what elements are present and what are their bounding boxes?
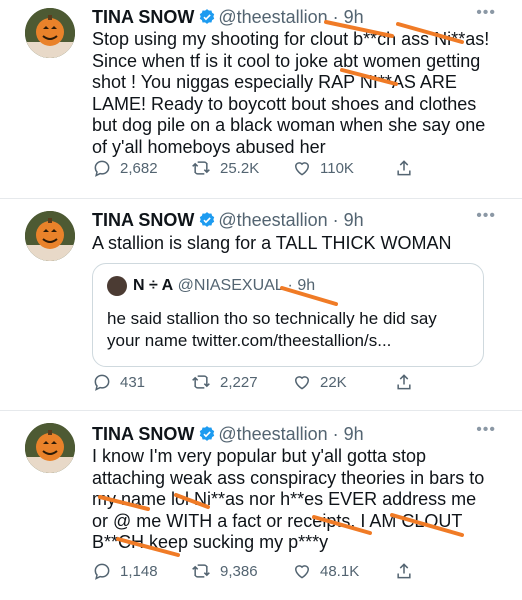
like-button[interactable]: 48.1K (292, 561, 359, 581)
reply-count: 1,148 (120, 562, 158, 580)
reply-count: 2,682 (120, 159, 158, 177)
share-button[interactable] (394, 372, 414, 392)
verified-badge-icon (198, 211, 216, 234)
reply-icon (94, 563, 110, 580)
avatar-image (25, 423, 75, 473)
reply-button[interactable]: 431 (92, 372, 145, 392)
reply-button[interactable]: 2,682 (92, 158, 158, 178)
author-handle[interactable]: @theestallion · 9h (218, 210, 363, 230)
avatar-image (25, 211, 75, 261)
more-horizontal-icon[interactable]: ••• (476, 4, 496, 22)
tweet-text: I know I'm very popular but y'all gotta … (92, 446, 485, 553)
retweet-icon (192, 161, 210, 175)
avatar-image (25, 8, 75, 58)
avatar[interactable] (25, 423, 75, 473)
avatar[interactable] (25, 8, 75, 58)
reply-icon (94, 374, 110, 391)
retweet-count: 2,227 (220, 373, 258, 391)
retweet-icon (192, 375, 210, 389)
tweet-actions: 431 2,227 22K (92, 372, 422, 398)
author-name[interactable]: TINA SNOW (92, 7, 194, 27)
avatar[interactable] (25, 211, 75, 261)
author-handle[interactable]: @theestallion · 9h (218, 7, 363, 27)
tweet[interactable]: TINA SNOW @theestallion · 9h ••• A stalli… (0, 199, 522, 409)
author-name[interactable]: TINA SNOW (92, 424, 194, 444)
like-button[interactable]: 110K (292, 158, 354, 178)
author-name[interactable]: TINA SNOW (92, 210, 194, 230)
like-icon (294, 376, 310, 390)
tweet-text: A stallion is slang for a TALL THICK WOM… (92, 233, 452, 253)
share-icon (397, 374, 411, 390)
retweet-icon (192, 564, 210, 578)
quoted-tweet-text: he said stallion tho so technically he d… (107, 309, 437, 350)
share-icon (397, 563, 411, 579)
like-button[interactable]: 22K (292, 372, 347, 392)
like-count: 22K (320, 373, 347, 391)
quoted-avatar[interactable] (107, 276, 127, 296)
more-horizontal-icon[interactable]: ••• (476, 207, 496, 225)
like-icon (294, 162, 310, 176)
reply-icon (94, 160, 110, 177)
reply-button[interactable]: 1,148 (92, 561, 158, 581)
tweet-actions: 1,148 9,386 48.1K (92, 561, 422, 587)
reply-count: 431 (120, 373, 146, 391)
retweet-button[interactable]: 9,386 (190, 561, 258, 581)
retweet-button[interactable]: 25.2K (190, 158, 259, 178)
quoted-author-handle[interactable]: @NIASEXUAL · 9h (178, 277, 315, 294)
retweet-count: 9,386 (220, 562, 258, 580)
verified-badge-icon (198, 425, 216, 448)
share-button[interactable] (394, 158, 414, 178)
quoted-author-name[interactable]: N ÷ A (133, 277, 173, 294)
verified-badge-icon (198, 8, 216, 31)
tweet[interactable]: TINA SNOW @theestallion · 9h ••• Stop usi… (0, 0, 522, 197)
like-icon (294, 565, 310, 579)
tweet[interactable]: TINA SNOW @theestallion · 9h ••• I know I… (0, 411, 522, 600)
like-count: 110K (320, 159, 354, 177)
more-horizontal-icon[interactable]: ••• (476, 421, 496, 439)
share-button[interactable] (394, 561, 414, 581)
share-icon (397, 160, 411, 176)
retweet-button[interactable]: 2,227 (190, 372, 258, 392)
tweet-text: Stop using my shooting for clout b**ch a… (92, 29, 490, 157)
like-count: 48.1K (320, 562, 360, 580)
quoted-tweet[interactable]: N ÷ A @NIASEXUAL · 9h he said stallion t… (92, 263, 484, 367)
retweet-count: 25.2K (220, 159, 260, 177)
author-handle[interactable]: @theestallion · 9h (218, 424, 363, 444)
tweet-actions: 2,682 25.2K 110K (92, 158, 422, 184)
